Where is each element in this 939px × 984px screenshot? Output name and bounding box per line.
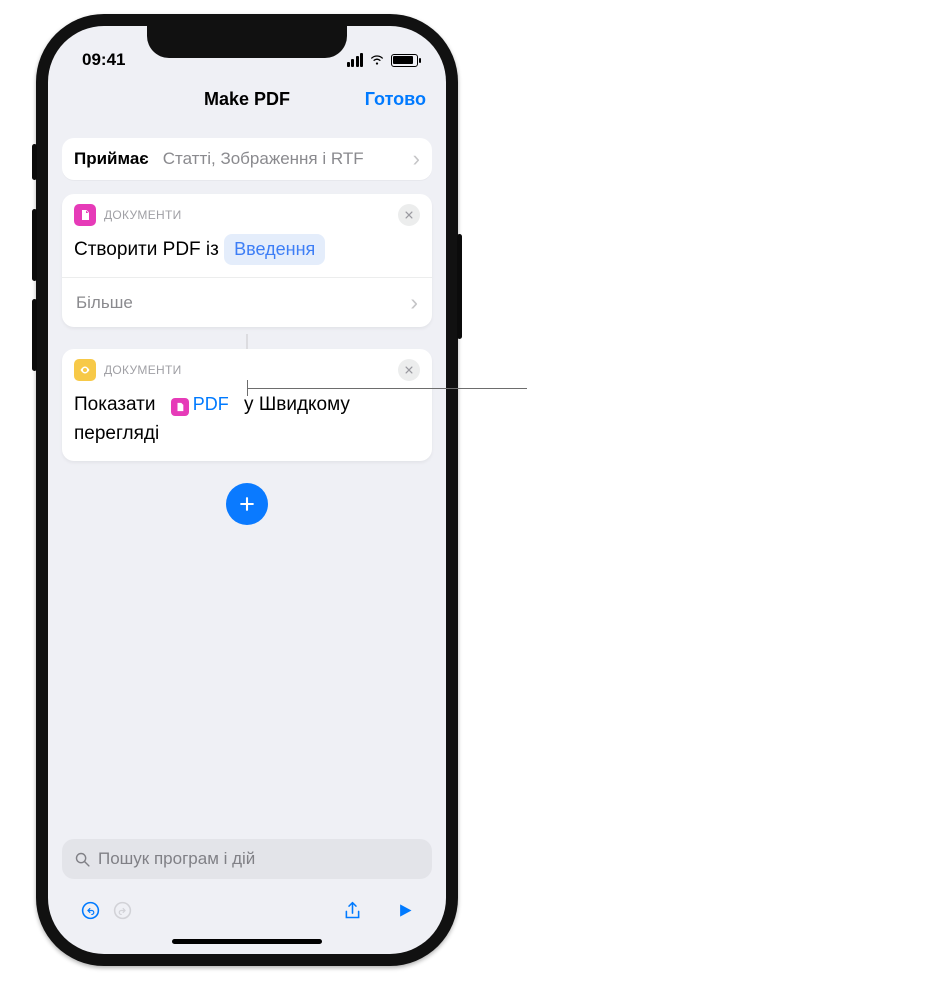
add-action-button[interactable] — [226, 483, 268, 525]
share-button[interactable] — [336, 894, 368, 926]
documents-icon — [74, 204, 96, 226]
toolbar — [62, 887, 432, 933]
mute-switch — [32, 144, 37, 180]
power-button — [457, 234, 462, 339]
delete-action-button[interactable] — [398, 204, 420, 226]
undo-button[interactable] — [74, 894, 106, 926]
search-placeholder: Пошук програм і дій — [98, 849, 255, 869]
action-text-before: Показати — [74, 394, 155, 415]
wifi-icon — [368, 53, 386, 67]
pdf-variable-token[interactable]: PDF — [161, 389, 239, 420]
show-more-label: Більше — [76, 293, 133, 313]
nav-bar: Make PDF Готово — [48, 76, 446, 122]
delete-action-button[interactable] — [398, 359, 420, 381]
volume-down — [32, 299, 37, 371]
bottom-area: Пошук програм і дій — [48, 839, 446, 954]
search-field[interactable]: Пошук програм і дій — [62, 839, 432, 879]
quicklook-icon — [74, 359, 96, 381]
battery-icon — [391, 54, 418, 67]
action-category: ДОКУМЕНТИ — [104, 208, 182, 222]
volume-up — [32, 209, 37, 281]
page-title: Make PDF — [204, 89, 290, 110]
editor-content: Приймає Статті, Зображення і RTF › ДОКУМ… — [48, 122, 446, 839]
chevron-right-icon: › — [413, 146, 420, 172]
phone-frame: 09:41 Make PDF Готово Приймає Статті, Зо… — [36, 14, 458, 966]
action-title: Створити PDF із Введення — [62, 226, 432, 277]
done-button[interactable]: Готово — [365, 89, 426, 110]
action-title: Показати PDF у Швидкому перегляді — [62, 381, 432, 461]
cellular-icon — [347, 53, 364, 67]
accepts-value: Статті, Зображення і RTF — [163, 149, 407, 169]
action-category: ДОКУМЕНТИ — [104, 363, 182, 377]
action-card-quicklook: ДОКУМЕНТИ Показати PDF у Швидкому перегл… — [62, 349, 432, 461]
show-more-row[interactable]: Більше › — [62, 277, 432, 327]
action-card-make-pdf: ДОКУМЕНТИ Створити PDF із Введення Більш… — [62, 194, 432, 327]
screen: 09:41 Make PDF Готово Приймає Статті, Зо… — [48, 26, 446, 954]
documents-icon — [171, 398, 189, 416]
search-icon — [74, 851, 91, 868]
accepts-row[interactable]: Приймає Статті, Зображення і RTF › — [62, 138, 432, 180]
play-button[interactable] — [388, 894, 420, 926]
accepts-label: Приймає — [74, 149, 149, 169]
clock: 09:41 — [82, 50, 125, 70]
notch — [147, 26, 347, 58]
home-indicator[interactable] — [172, 939, 322, 944]
chevron-right-icon: › — [410, 289, 418, 316]
action-text: Створити PDF із — [74, 239, 219, 260]
redo-button[interactable] — [106, 894, 138, 926]
input-token[interactable]: Введення — [224, 234, 325, 265]
